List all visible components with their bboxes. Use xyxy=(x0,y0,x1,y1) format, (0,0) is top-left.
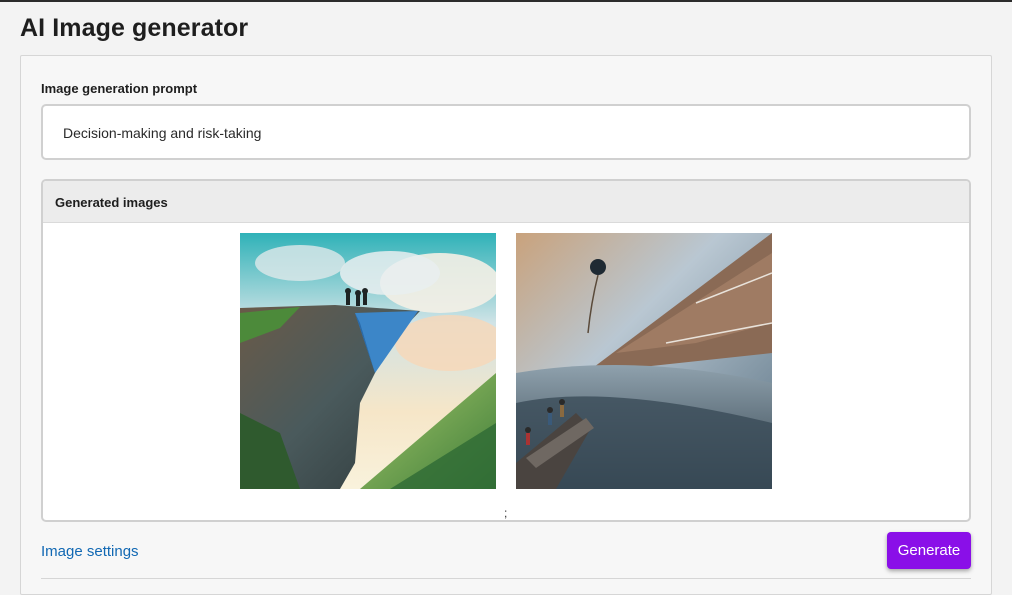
generated-images-box: Generated images ; xyxy=(41,179,971,522)
window-top-border xyxy=(0,0,1012,2)
prompt-input[interactable]: Decision-making and risk-taking xyxy=(41,104,971,160)
generated-images-header: Generated images xyxy=(43,181,969,223)
generate-button[interactable]: Generate xyxy=(887,532,971,569)
generated-image-1[interactable] xyxy=(240,233,496,489)
generated-image-2[interactable] xyxy=(516,233,772,489)
page-title: AI Image generator xyxy=(20,14,249,42)
generator-panel: Image generation prompt Decision-making … xyxy=(20,55,992,595)
panel-divider xyxy=(41,578,971,579)
prompt-label: Image generation prompt xyxy=(41,81,198,96)
images-separator: ; xyxy=(504,506,508,520)
image-settings-link[interactable]: Image settings xyxy=(41,543,139,560)
